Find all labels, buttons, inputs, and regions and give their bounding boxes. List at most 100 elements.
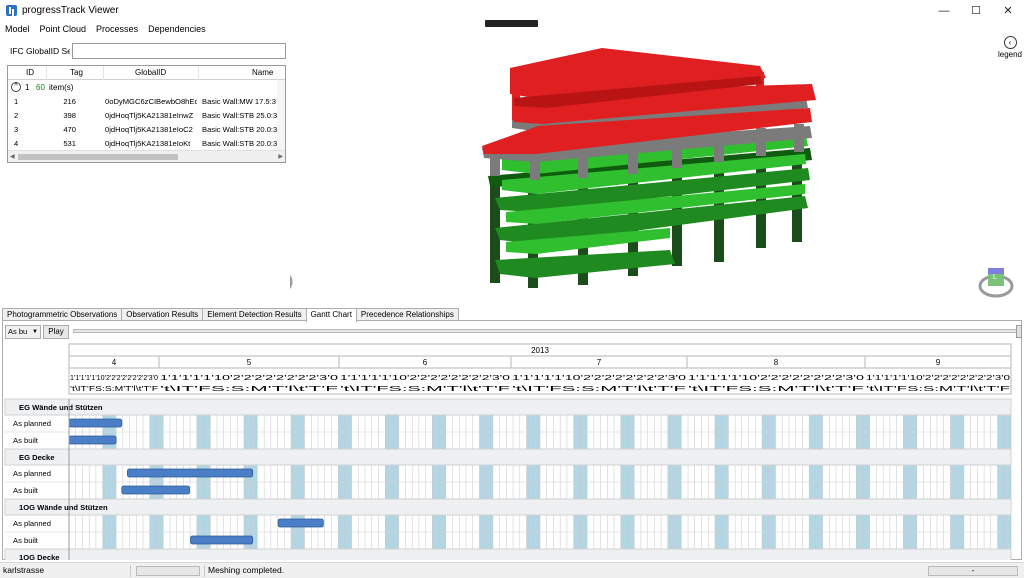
year-label: 2013 xyxy=(531,346,549,355)
minimize-button[interactable]: — xyxy=(928,0,960,22)
cell-globalid: 0jdHoqTlj5KA21381eInwZ xyxy=(105,111,194,120)
collapse-icon[interactable]: ^ xyxy=(11,82,21,92)
gantt-row-label: As planned xyxy=(13,519,51,528)
table-horizontal-scrollbar[interactable]: ◀ ▶ xyxy=(8,150,285,162)
gantt-group-header xyxy=(4,498,1012,516)
gantt-group-label: 1OG Wände und Stützen xyxy=(19,503,108,512)
status-message: Meshing completed. xyxy=(208,565,285,575)
month-label: 9 xyxy=(936,358,941,367)
group-label: item(s) xyxy=(49,83,74,92)
group-count: 60 xyxy=(36,83,45,92)
globalid-search-input[interactable] xyxy=(72,43,286,59)
table-row[interactable]: 1 216 0oDyMGC6zCIBewbO8hEc Basic Wall:MW… xyxy=(8,94,285,108)
globalid-search: IFC GlobalID Sea: xyxy=(10,43,286,59)
mode-select[interactable]: As bu ▼ xyxy=(5,325,41,339)
month-label: 5 xyxy=(247,358,252,367)
day-digits: 1'1'1'1'1'10'2'2'2'2'2'2'2'2'3'0 xyxy=(70,373,158,382)
gantt-panel: As bu ▼ Play 2013 4 5 6 7 8 9 1'1'1'1'1'10'2'2'… xyxy=(2,320,1022,560)
timeline-slider-thumb[interactable] xyxy=(1016,325,1022,338)
menu-point-cloud[interactable]: Point Cloud xyxy=(35,22,92,38)
menu-model[interactable]: Model xyxy=(0,22,35,38)
table-row[interactable]: 2 398 0jdHoqTlj5KA21381eInwZ Basic Wall:… xyxy=(8,108,285,122)
menu-processes[interactable]: Processes xyxy=(91,22,143,38)
gantt-row-label: As planned xyxy=(13,469,51,478)
legend-label: legend xyxy=(997,50,1023,59)
weekday-row: 't\IT'FS:S:M'T'l\t'T'F xyxy=(512,384,688,393)
month-label: 7 xyxy=(597,358,602,367)
month-label: 6 xyxy=(423,358,428,367)
gantt-chart: 2013 4 5 6 7 8 9 1'1'1'1'1'10'2'2'2'2'2'2'2'2'3… xyxy=(4,343,1012,560)
gantt-row-label: As planned xyxy=(13,419,51,428)
gantt-group-label: EG Wände und Stützen xyxy=(19,403,103,412)
gantt-row-label: As built xyxy=(13,486,39,495)
mode-select-value: As bu xyxy=(8,327,28,336)
model-3d-viewport[interactable]: n L xyxy=(257,28,1024,308)
group-row[interactable]: ^ 1 60 item(s) xyxy=(8,80,285,94)
weekday-row: 't\IT'FS:S:M'T'l\t'T'F xyxy=(688,384,866,393)
table-row[interactable]: 3 470 0jdHoqTlj5KA21381eIoC2 Basic Wall:… xyxy=(8,122,285,136)
viewer-drag-handle[interactable] xyxy=(485,20,538,27)
gantt-group-label: 1OG Decke xyxy=(19,553,60,560)
status-right: - xyxy=(928,566,1018,576)
cube-label-right: L xyxy=(993,274,997,281)
table-vertical-scrollbar[interactable] xyxy=(277,80,285,150)
cell-tag: 470 xyxy=(63,125,76,134)
month-label: 4 xyxy=(112,358,117,367)
title-bar: progressTrack Viewer — ☐ ✕ xyxy=(0,0,1024,22)
built-bar xyxy=(68,435,117,445)
cell-name: Basic Wall:STB 20.0:3 xyxy=(202,125,278,134)
cell-id: 4 xyxy=(14,139,19,148)
day-digits: 1'1'1'1'1'10'2'2'2'2'2'2'2'2'3'0 xyxy=(160,373,338,382)
cell-globalid: 0jdHoqTlj5KA21381eIoC2 xyxy=(105,125,193,134)
tab-gantt-chart[interactable]: Gantt Chart xyxy=(305,308,357,322)
day-digits: 1'1'1'1'1'10'2'2'2'2'2'2'2'2'3'0 xyxy=(512,373,686,382)
gantt-group-header xyxy=(4,448,1012,466)
play-button[interactable]: Play xyxy=(43,325,69,339)
gantt-group-header xyxy=(4,548,1012,560)
column-header-name[interactable]: Name xyxy=(252,68,273,77)
cell-id: 3 xyxy=(14,125,19,134)
column-header-tag[interactable]: Tag xyxy=(70,68,83,77)
timeline-slider[interactable] xyxy=(73,329,1019,333)
column-header-id[interactable]: ID xyxy=(26,68,34,77)
scroll-right-icon[interactable]: ▶ xyxy=(278,153,283,160)
scroll-left-icon[interactable]: ◀ xyxy=(10,153,15,160)
gantt-row-label: As built xyxy=(13,436,39,445)
planned-bar xyxy=(277,518,324,528)
legend-button[interactable]: ‹ legend xyxy=(996,36,1024,66)
cell-name: Basic Wall:STB 20.0:3 xyxy=(202,139,278,148)
scrollbar-thumb[interactable] xyxy=(18,154,178,160)
project-name: karlstrasse xyxy=(3,565,45,575)
gantt-row-label: As built xyxy=(13,536,39,545)
maximize-button[interactable]: ☐ xyxy=(960,0,992,22)
weekday-row: 't\IT'FS:S:M'T'l\t'T'F xyxy=(70,384,159,393)
weekday-row: 't\IT'FS:S:M'T'l\t'T'F xyxy=(340,384,512,393)
chevron-left-icon[interactable]: ‹ xyxy=(1003,36,1017,49)
view-cube-right[interactable] xyxy=(978,268,1014,298)
menu-bar: Model Point Cloud Processes Dependencies xyxy=(0,22,211,38)
gantt-controls: As bu ▼ Play xyxy=(5,324,1022,340)
app-icon xyxy=(6,5,17,16)
cell-name: Basic Wall:STB 25.0:3 xyxy=(202,111,278,120)
weekday-row: 't\IT'FS:S:M'T'l\t'T'F xyxy=(160,384,340,393)
cell-tag: 216 xyxy=(63,97,76,106)
weekday-row: 't\IT'FS:S:M'T'l\t'T'F xyxy=(866,384,1011,393)
day-digits: 1'1'1'1'1'10'2'2'2'2'2'2'2'2'3'0 xyxy=(340,373,510,382)
day-digits: 1'1'1'1'1'10'2'2'2'2'2'2'2'2'3'0 xyxy=(866,373,1010,382)
column-header-globalid[interactable]: GlobalID xyxy=(135,68,166,77)
chevron-down-icon: ▼ xyxy=(32,329,38,335)
group-number: 1 xyxy=(25,83,30,92)
search-label: IFC GlobalID Sea: xyxy=(10,46,70,56)
cell-name: Basic Wall:MW 17.5:3 xyxy=(202,97,276,106)
status-progress xyxy=(136,566,200,576)
planned-bar xyxy=(127,468,254,478)
close-button[interactable]: ✕ xyxy=(992,0,1024,22)
menu-dependencies[interactable]: Dependencies xyxy=(143,22,211,38)
month-label: 8 xyxy=(774,358,779,367)
cell-tag: 531 xyxy=(63,139,76,148)
table-row[interactable]: 4 531 0jdHoqTlj5KA21381eIoKt Basic Wall:… xyxy=(8,136,285,150)
window-title: progressTrack Viewer xyxy=(22,5,119,16)
view-cube-left[interactable] xyxy=(257,266,293,296)
cube-label-left: n xyxy=(263,270,267,277)
table-header: ID Tag GlobalID Name xyxy=(8,66,285,80)
